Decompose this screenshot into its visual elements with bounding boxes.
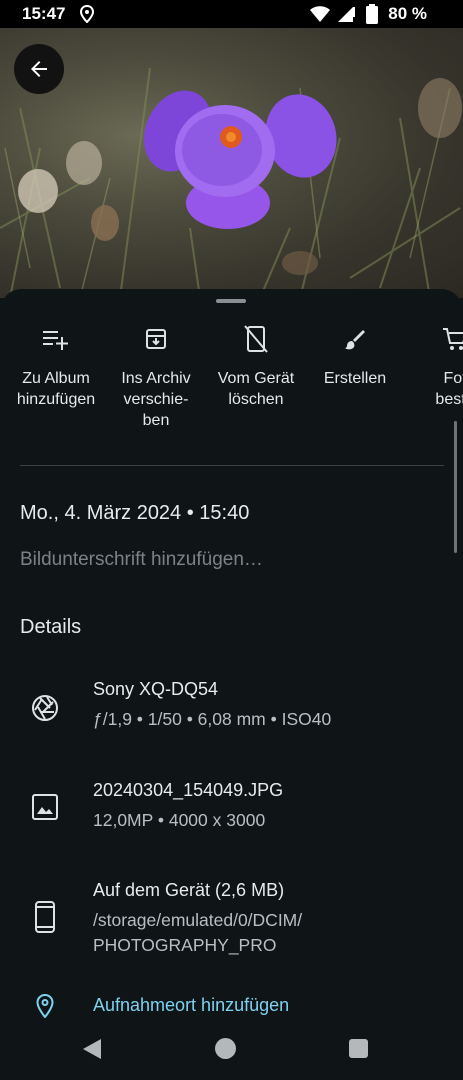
delete-from-device-icon [244, 325, 268, 353]
file-name: 20240304_154049.JPG [93, 780, 284, 800]
add-location-link[interactable]: Aufnahmeort hinzufügen [93, 995, 289, 1016]
add-to-album-label: Zu Album hinzufügen [16, 370, 96, 408]
crocus-photo [0, 67, 462, 298]
divider [20, 465, 444, 466]
wifi-icon [310, 6, 330, 22]
arrow-back-icon [31, 61, 47, 77]
nav-back-icon[interactable] [82, 1038, 102, 1060]
delete-from-device-label: Vom Gerät löschen [217, 370, 295, 408]
action-bar: Zu Album hinzufügen Ins Archiv verschie-… [0, 323, 463, 443]
location-status-icon [79, 5, 95, 23]
details-heading: Details [20, 616, 82, 638]
camera-model: Sony XQ-DQ54 [93, 679, 219, 699]
caption-input[interactable]: Bildunterschrift hinzufügen… [20, 549, 263, 571]
photo-preview[interactable] [0, 28, 463, 298]
brush-icon [345, 330, 365, 350]
archive-button[interactable]: Ins Archiv verschie- ben [106, 323, 206, 431]
status-time: 15:47 [22, 4, 66, 23]
camera-details-row: Sony XQ-DQ54 ƒ/1,9 • 1/50 • 6,08 mm • IS… [0, 679, 463, 739]
storage-location: Auf dem Gerät (2,6 MB) [93, 880, 285, 900]
delete-from-device-button[interactable]: Vom Gerät löschen [206, 323, 306, 410]
phone-icon [30, 901, 60, 933]
shopping-cart-icon [443, 328, 463, 350]
image-icon [30, 792, 60, 822]
nav-home-button[interactable] [215, 1038, 236, 1059]
file-path-line1: /storage/emulated/0/DCIM/ [93, 910, 303, 930]
add-to-album-button[interactable]: Zu Album hinzufügen [6, 323, 106, 410]
file-resolution: 12,0MP • 4000 x 3000 [93, 810, 266, 830]
battery-percent: 80 % [388, 4, 427, 23]
storage-details-row: Auf dem Gerät (2,6 MB) /storage/emulated… [0, 880, 463, 960]
create-button[interactable]: Erstellen [305, 323, 405, 389]
order-photos-button[interactable]: Fot beste [405, 323, 463, 410]
camera-settings: ƒ/1,9 • 1/50 • 6,08 mm • ISO40 [93, 709, 332, 729]
info-sheet: Zu Album hinzufügen Ins Archiv verschie-… [0, 289, 463, 1022]
playlist-add-icon [43, 331, 68, 350]
create-label: Erstellen [323, 370, 387, 387]
navigation-bar [0, 1022, 463, 1080]
drag-handle[interactable] [216, 299, 246, 303]
order-photos-label: Fot beste [435, 370, 463, 408]
battery-icon [366, 4, 378, 24]
nav-recents-button[interactable] [349, 1039, 368, 1058]
date-time[interactable]: Mo., 4. März 2024 • 15:40 [20, 502, 249, 525]
camera-aperture-icon [30, 693, 60, 723]
file-path-line2: PHOTOGRAPHY_PRO [93, 935, 277, 955]
location-pin-icon [30, 991, 60, 1021]
file-details-row: 20240304_154049.JPG 12,0MP • 4000 x 3000 [0, 780, 463, 840]
archive-icon [146, 329, 166, 349]
signal-icon [338, 7, 355, 22]
back-button[interactable] [14, 44, 64, 94]
scrollbar[interactable] [454, 421, 457, 553]
archive-label: Ins Archiv verschie- ben [121, 370, 191, 429]
status-bar: 15:47 80 % [0, 0, 463, 28]
